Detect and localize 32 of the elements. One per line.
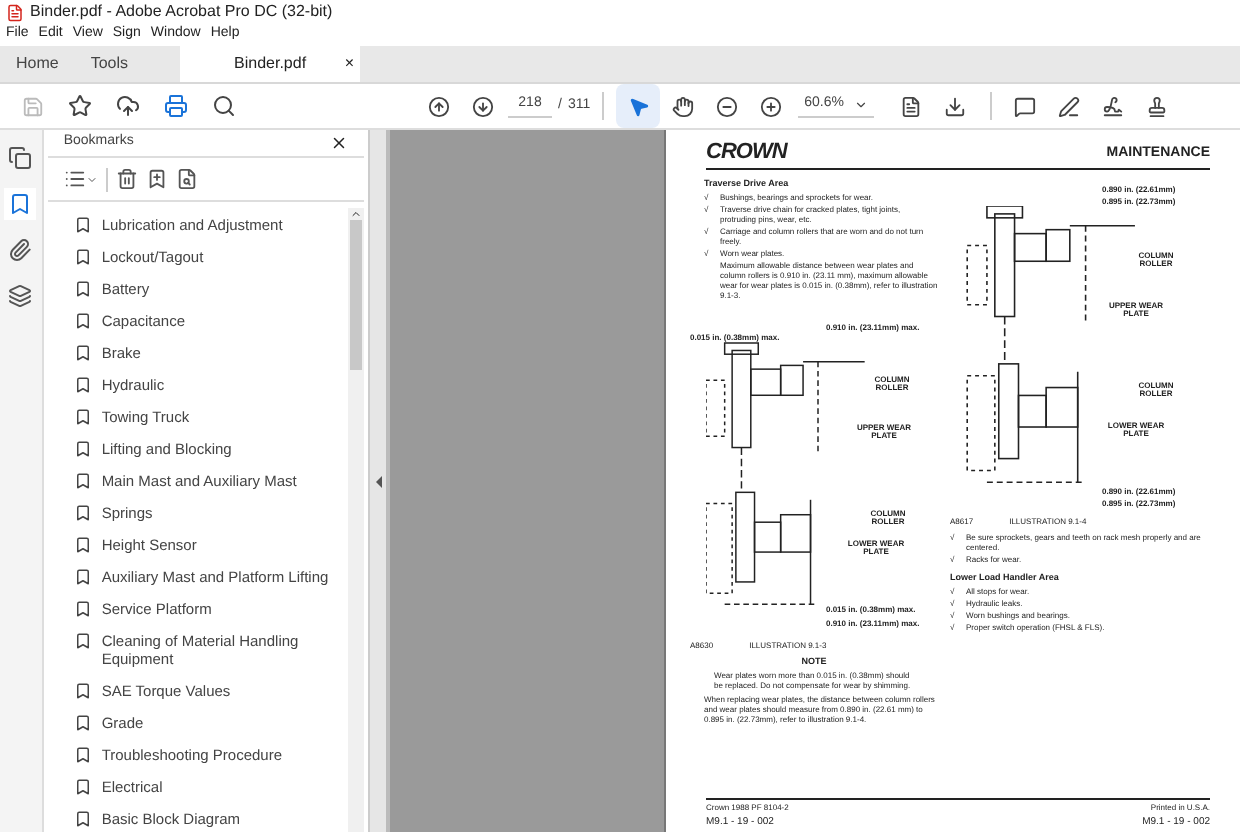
cloud-upload-icon xyxy=(116,94,140,118)
pen-icon xyxy=(1058,95,1081,117)
speech-bubble-icon xyxy=(1014,95,1037,117)
pointer-icon xyxy=(627,95,650,117)
signature-icon xyxy=(1102,95,1125,117)
save-icon xyxy=(21,95,43,117)
minus-circle-icon xyxy=(715,95,738,117)
tab[interactable]: Binder.pdf × xyxy=(180,46,361,82)
select-tool-button[interactable] xyxy=(616,84,661,128)
printer-icon xyxy=(164,94,188,118)
tab[interactable]: Home xyxy=(0,46,75,82)
delete-icon[interactable] xyxy=(115,168,138,190)
download-icon xyxy=(944,95,967,117)
stamp-icon xyxy=(1146,95,1169,117)
caret-icon xyxy=(853,98,868,112)
scroll-up-icon[interactable] xyxy=(350,208,363,220)
search-icon xyxy=(212,94,236,118)
new-bookmark-icon[interactable] xyxy=(145,168,168,190)
scrollbar-thumb[interactable] xyxy=(350,220,363,370)
caret-icon xyxy=(85,173,98,185)
close-tab-button[interactable]: × xyxy=(344,52,355,76)
plus-circle-icon xyxy=(759,95,782,117)
scrollbar[interactable] xyxy=(348,208,365,832)
find-bookmark-icon[interactable] xyxy=(175,168,198,190)
company-logo: CROWN xyxy=(706,142,787,164)
hand-icon xyxy=(671,95,694,117)
star-icon xyxy=(68,94,92,118)
pdf-file-icon xyxy=(6,3,24,21)
close-icon[interactable] xyxy=(330,134,349,152)
page-icon xyxy=(900,95,923,117)
window-title: Binder.pdf - Adobe Acrobat Pro DC (32-bit) xyxy=(30,0,333,24)
tab[interactable]: Tools xyxy=(74,46,145,82)
